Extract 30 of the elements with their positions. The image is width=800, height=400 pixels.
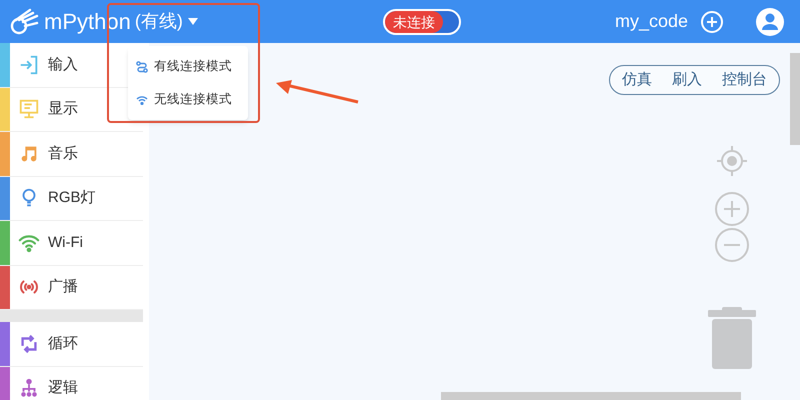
category-label: Wi-Fi: [48, 232, 83, 252]
category-label: RGB灯: [48, 188, 96, 208]
toolbar-tab[interactable]: 控制台: [722, 68, 767, 92]
wifi-icon: [136, 94, 148, 104]
zoom-out-icon[interactable]: [714, 227, 750, 263]
trash-icon[interactable]: [708, 307, 756, 369]
category-label: 音乐: [48, 144, 78, 164]
category-item[interactable]: 音乐: [0, 132, 143, 176]
monitor-icon: [18, 98, 40, 120]
zoom-in-icon[interactable]: [714, 191, 750, 227]
category-label: 逻辑: [48, 378, 78, 398]
category-item[interactable]: Wi-Fi: [0, 221, 143, 266]
toolbar-tab[interactable]: 仿真: [622, 68, 652, 92]
hierarchy-icon: [18, 377, 40, 400]
file-name: my_code: [614, 10, 688, 33]
category-item[interactable]: 循环: [0, 322, 143, 366]
add-icon[interactable]: [700, 10, 724, 34]
category-label: 广播: [48, 277, 78, 297]
category-label: 循环: [48, 334, 78, 354]
category-item[interactable]: 逻辑: [0, 366, 143, 400]
target-icon[interactable]: [714, 143, 750, 179]
category-label: 显示: [48, 99, 78, 119]
connection-icon: [136, 60, 148, 72]
category-item[interactable]: RGB灯: [0, 176, 143, 221]
caret-icon: [186, 16, 199, 26]
connection-toggle[interactable]: 未连接: [382, 8, 461, 34]
login-icon: [18, 54, 40, 76]
toolbar-tab[interactable]: 刷入: [672, 68, 702, 92]
user-avatar-icon[interactable]: [756, 8, 784, 36]
category-label: 输入: [48, 54, 78, 74]
